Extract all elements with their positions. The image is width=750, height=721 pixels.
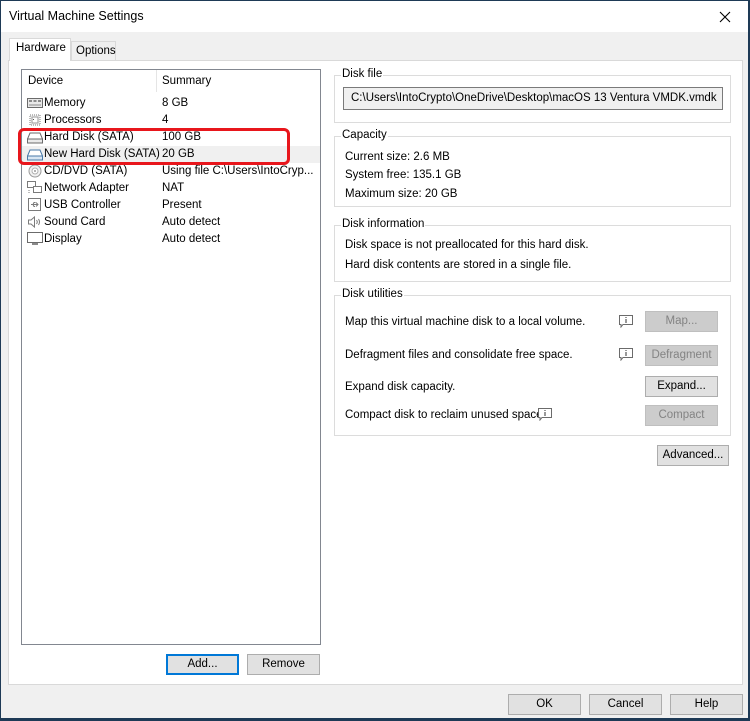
- help-button[interactable]: Help: [670, 694, 743, 715]
- info-tooltip-icon[interactable]: [619, 348, 633, 361]
- disk-file-path-field[interactable]: C:\Users\IntoCrypto\OneDrive\Desktop\mac…: [343, 87, 723, 110]
- preallocation-info-text: Disk space is not preallocated for this …: [345, 239, 589, 251]
- tab-options[interactable]: Options: [71, 41, 116, 61]
- cd-dvd-icon: [28, 164, 42, 178]
- network-adapter-icon: [27, 181, 42, 194]
- device-row-usb-controller[interactable]: USB Controller Present: [22, 197, 320, 214]
- cancel-button[interactable]: Cancel: [589, 694, 662, 715]
- device-name: Network Adapter: [44, 182, 130, 194]
- device-name: Memory: [44, 97, 86, 109]
- maximum-size-text: Maximum size: 20 GB: [345, 188, 458, 200]
- current-size-text: Current size: 2.6 MB: [345, 151, 450, 163]
- close-button[interactable]: [702, 1, 748, 32]
- title-bar: Virtual Machine Settings: [1, 1, 748, 32]
- advanced-button[interactable]: Advanced...: [657, 445, 729, 466]
- hard-disk-icon: [27, 132, 43, 144]
- single-file-info-text: Hard disk contents are stored in a singl…: [345, 259, 572, 271]
- disk-utilities-label: Disk utilities: [341, 288, 404, 300]
- disk-information-group: Disk information: [334, 218, 731, 282]
- map-description: Map this virtual machine disk to a local…: [345, 316, 586, 328]
- capacity-label: Capacity: [341, 129, 388, 141]
- device-row-sound-card[interactable]: Sound Card Auto detect: [22, 214, 320, 231]
- map-button[interactable]: Map...: [645, 311, 718, 332]
- device-row-cd-dvd[interactable]: CD/DVD (SATA) Using file C:\Users\IntoCr…: [22, 163, 320, 180]
- device-row-new-hard-disk[interactable]: New Hard Disk (SATA) 20 GB: [22, 146, 320, 163]
- device-name: New Hard Disk (SATA): [44, 148, 160, 160]
- device-row-memory[interactable]: Memory 8 GB: [22, 95, 320, 112]
- defragment-description: Defragment files and consolidate free sp…: [345, 349, 573, 361]
- device-name: Display: [44, 233, 82, 245]
- compact-description: Compact disk to reclaim unused space.: [345, 409, 546, 421]
- device-name: CD/DVD (SATA): [44, 165, 128, 177]
- device-row-hard-disk[interactable]: Hard Disk (SATA) 100 GB: [22, 129, 320, 146]
- tab-hardware[interactable]: Hardware: [9, 38, 71, 61]
- device-list[interactable]: Device Summary Memory 8 GB Processors 4 …: [21, 69, 321, 645]
- device-name: Processors: [44, 114, 102, 126]
- system-free-text: System free: 135.1 GB: [345, 169, 462, 181]
- processor-icon: [29, 114, 41, 126]
- monitor-icon: [27, 232, 43, 245]
- column-header-summary[interactable]: Summary: [162, 75, 211, 87]
- column-divider[interactable]: [156, 70, 157, 92]
- device-row-display[interactable]: Display Auto detect: [22, 231, 320, 248]
- disk-file-label: Disk file: [341, 68, 384, 80]
- device-name: USB Controller: [44, 199, 121, 211]
- expand-button[interactable]: Expand...: [645, 376, 718, 397]
- hard-disk-icon: [27, 149, 43, 161]
- virtual-machine-settings-dialog: Virtual Machine Settings Hardware Option…: [0, 0, 749, 719]
- device-name: Hard Disk (SATA): [44, 131, 134, 143]
- compact-button[interactable]: Compact: [645, 405, 718, 426]
- memory-icon: [27, 98, 43, 108]
- device-name: Sound Card: [44, 216, 106, 228]
- device-summary: 8 GB: [162, 97, 189, 109]
- column-header-device[interactable]: Device: [28, 75, 63, 87]
- usb-icon: [28, 198, 41, 211]
- device-list-header: Device Summary: [22, 70, 320, 92]
- speaker-icon: [28, 215, 40, 229]
- disk-information-label: Disk information: [341, 218, 426, 230]
- info-tooltip-icon[interactable]: [538, 408, 552, 421]
- device-summary: Using file C:\Users\IntoCryp...: [162, 165, 314, 177]
- device-summary: 100 GB: [162, 131, 201, 143]
- device-summary: NAT: [162, 182, 185, 194]
- add-device-button[interactable]: Add...: [166, 654, 239, 675]
- ok-button[interactable]: OK: [508, 694, 581, 715]
- device-summary: Present: [162, 199, 202, 211]
- device-row-network-adapter[interactable]: Network Adapter NAT: [22, 180, 320, 197]
- expand-description: Expand disk capacity.: [345, 381, 456, 393]
- device-summary: Auto detect: [162, 216, 221, 228]
- info-tooltip-icon[interactable]: [619, 315, 633, 328]
- device-summary: 4: [162, 114, 169, 126]
- close-icon: [719, 11, 731, 22]
- device-row-processors[interactable]: Processors 4: [22, 112, 320, 129]
- window-title: Virtual Machine Settings: [9, 9, 144, 23]
- remove-device-button[interactable]: Remove: [247, 654, 320, 675]
- device-summary: Auto detect: [162, 233, 221, 245]
- device-summary: 20 GB: [162, 148, 195, 160]
- defragment-button[interactable]: Defragment: [645, 345, 718, 366]
